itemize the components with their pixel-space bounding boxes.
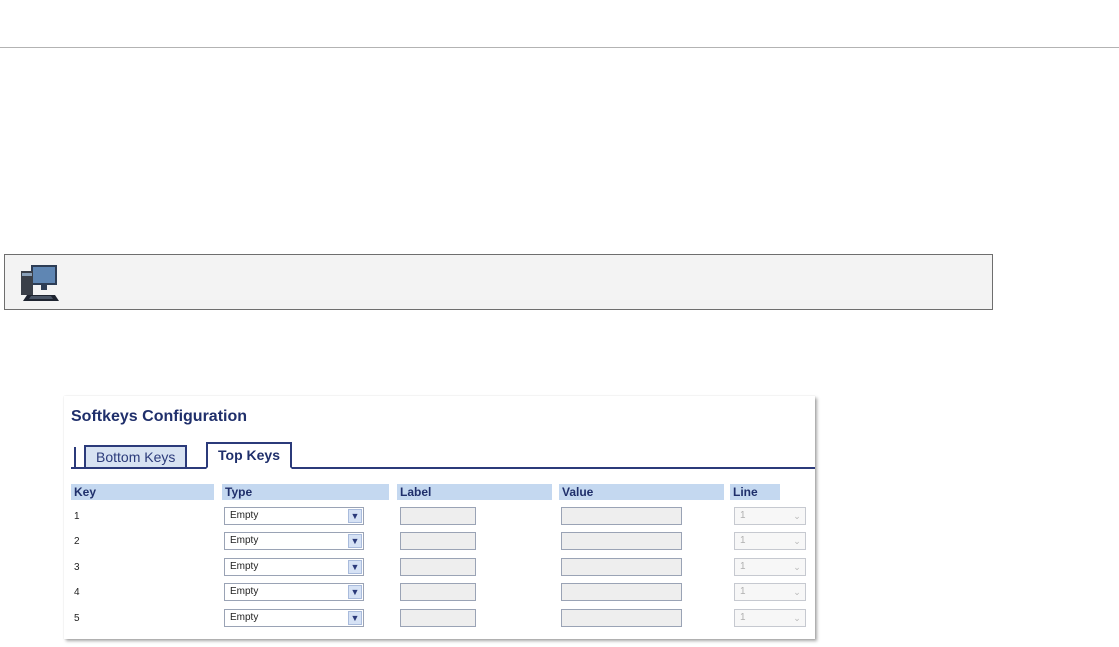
type-select[interactable]: Empty ▼ bbox=[224, 507, 364, 525]
type-select-value: Empty bbox=[230, 535, 259, 546]
chevron-down-icon: ▼ bbox=[348, 534, 362, 548]
line-select-value: 1 bbox=[740, 586, 746, 597]
chevron-down-icon: ▼ bbox=[348, 611, 362, 625]
softkeys-config-panel: Softkeys Configuration Bottom Keys Top K… bbox=[64, 396, 815, 639]
type-select-value: Empty bbox=[230, 510, 259, 521]
type-select-value: Empty bbox=[230, 586, 259, 597]
line-select-value: 1 bbox=[740, 535, 746, 546]
label-input[interactable] bbox=[400, 558, 476, 576]
type-select[interactable]: Empty ▼ bbox=[224, 532, 364, 550]
chevron-down-icon: ⌄ bbox=[793, 511, 801, 521]
chevron-down-icon: ⌄ bbox=[793, 536, 801, 546]
value-input[interactable] bbox=[561, 583, 682, 601]
key-number: 5 bbox=[74, 613, 80, 624]
top-divider bbox=[0, 47, 1119, 48]
label-input[interactable] bbox=[400, 507, 476, 525]
type-select-value: Empty bbox=[230, 612, 259, 623]
type-select[interactable]: Empty ▼ bbox=[224, 609, 364, 627]
type-select[interactable]: Empty ▼ bbox=[224, 583, 364, 601]
line-select-value: 1 bbox=[740, 561, 746, 572]
key-number: 4 bbox=[74, 587, 80, 598]
value-input[interactable] bbox=[561, 609, 682, 627]
chevron-down-icon: ⌄ bbox=[793, 562, 801, 572]
column-header-label: Label bbox=[397, 484, 552, 500]
label-input[interactable] bbox=[400, 532, 476, 550]
computer-icon bbox=[21, 265, 59, 301]
note-box bbox=[4, 254, 993, 310]
tab-edge bbox=[74, 447, 76, 467]
column-header-key: Key bbox=[71, 484, 214, 500]
key-number: 2 bbox=[74, 536, 80, 547]
chevron-down-icon: ▼ bbox=[348, 560, 362, 574]
line-select[interactable]: 1 ⌄ bbox=[734, 609, 806, 627]
chevron-down-icon: ▼ bbox=[348, 509, 362, 523]
line-select-value: 1 bbox=[740, 612, 746, 623]
label-input[interactable] bbox=[400, 583, 476, 601]
tab-bottom-keys[interactable]: Bottom Keys bbox=[84, 445, 188, 467]
line-select[interactable]: 1 ⌄ bbox=[734, 507, 806, 525]
tab-underline bbox=[71, 467, 815, 469]
value-input[interactable] bbox=[561, 558, 682, 576]
label-input[interactable] bbox=[400, 609, 476, 627]
value-input[interactable] bbox=[561, 507, 682, 525]
type-select[interactable]: Empty ▼ bbox=[224, 558, 364, 576]
tab-top-keys[interactable]: Top Keys bbox=[206, 442, 292, 469]
page-title: Softkeys Configuration bbox=[71, 408, 248, 425]
key-number: 1 bbox=[74, 511, 80, 522]
line-select[interactable]: 1 ⌄ bbox=[734, 532, 806, 550]
line-select[interactable]: 1 ⌄ bbox=[734, 583, 806, 601]
line-select-value: 1 bbox=[740, 510, 746, 521]
chevron-down-icon: ▼ bbox=[348, 585, 362, 599]
chevron-down-icon: ⌄ bbox=[793, 587, 801, 597]
chevron-down-icon: ⌄ bbox=[793, 613, 801, 623]
line-select[interactable]: 1 ⌄ bbox=[734, 558, 806, 576]
key-number: 3 bbox=[74, 562, 80, 573]
column-header-line: Line bbox=[730, 484, 780, 500]
type-select-value: Empty bbox=[230, 561, 259, 572]
value-input[interactable] bbox=[561, 532, 682, 550]
column-header-value: Value bbox=[559, 484, 724, 500]
column-header-type: Type bbox=[222, 484, 389, 500]
